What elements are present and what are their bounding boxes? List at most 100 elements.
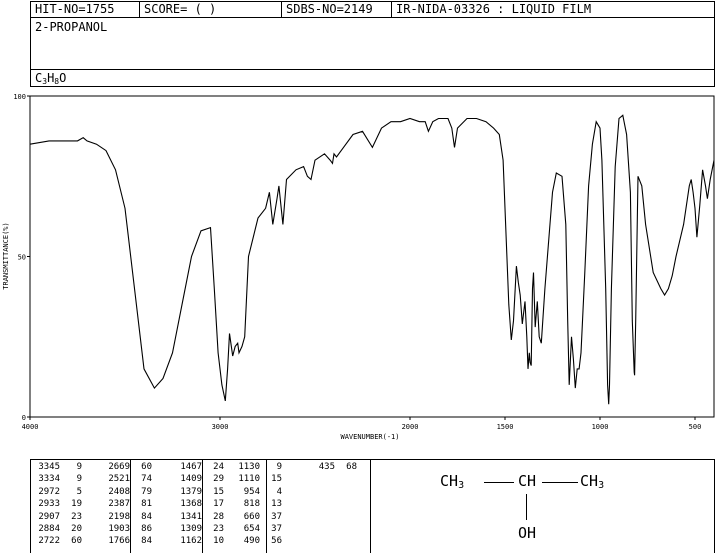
peak-transmittance: 79 xyxy=(141,486,152,497)
peak-transmittance: 60 xyxy=(71,536,82,547)
peak-row: 1341 28 xyxy=(172,511,224,523)
peak-row: 2907 23 xyxy=(30,511,82,523)
peak-transmittance: 84 xyxy=(141,536,152,547)
peak-wavenumber: 2972 xyxy=(38,486,60,497)
peak-wavenumber: 2669 xyxy=(108,462,130,472)
x-tick-label-2000: 2000 xyxy=(402,423,419,431)
peak-row: 2387 81 xyxy=(100,498,152,510)
peak-transmittance: 81 xyxy=(141,499,152,510)
peak-wavenumber: 1379 xyxy=(180,486,202,497)
plot-frame xyxy=(29,95,715,418)
structure-ch3-left-sub: 3 xyxy=(458,480,465,491)
peak-row: 1409 29 xyxy=(172,473,224,485)
peak-column: 3345 9 3334 9 2972 5 2933 19 2907 23 2884 20 2722 60 xyxy=(30,461,82,548)
peak-column: 1467 24 1409 29 1379 15 1368 17 1341 28 1309 23 1162… xyxy=(172,461,224,548)
peak-column-separator xyxy=(266,459,267,553)
peak-row: 2722 60 xyxy=(30,535,82,547)
peak-wavenumber: 1766 xyxy=(108,536,130,547)
y-tick-label-50: 50 xyxy=(18,254,26,262)
peak-wavenumber: 1130 xyxy=(238,462,260,472)
peak-wavenumber: 1309 xyxy=(180,523,202,534)
peak-transmittance: 13 xyxy=(271,499,282,510)
ir-spectrum-chart: 0 50 100 4000 3000 2000 1500 1000 500 WAVENUMBE… xyxy=(2,93,715,441)
peak-wavenumber: 1341 xyxy=(180,511,202,522)
peak-row: 2669 60 xyxy=(100,461,152,473)
peak-wavenumber: 1368 xyxy=(180,499,202,510)
peak-row: 954 4 xyxy=(230,486,282,498)
peak-wavenumber: 435 xyxy=(318,462,335,472)
peak-row: 1766 84 xyxy=(100,535,152,547)
peak-transmittance: 86 xyxy=(141,523,152,534)
peak-transmittance: 68 xyxy=(346,462,357,472)
peak-wavenumber: 660 xyxy=(243,511,260,522)
x-axis-label: WAVENUMBER(-1) xyxy=(340,433,399,441)
peak-wavenumber: 954 xyxy=(243,486,260,497)
peak-transmittance: 19 xyxy=(71,499,82,510)
peak-row: 2884 20 xyxy=(30,523,82,535)
structure-ch: CH xyxy=(518,472,537,490)
peak-row: 490 56 xyxy=(230,535,282,547)
peak-wavenumber: 2933 xyxy=(38,499,60,510)
peak-wavenumber: 2521 xyxy=(108,474,130,485)
peak-row: 1467 24 xyxy=(172,461,224,473)
peak-wavenumber: 2198 xyxy=(108,511,130,522)
peak-row: 1379 15 xyxy=(172,486,224,498)
peak-wavenumber: 1467 xyxy=(180,462,202,472)
bond-left xyxy=(484,482,514,483)
structure-ch3-right: CH xyxy=(580,472,599,490)
y-axis-label: TRANSMITTANCE(%) xyxy=(2,222,10,289)
peak-transmittance: 10 xyxy=(213,536,224,547)
structure-diagram: CH3 CH CH3 OH xyxy=(440,472,700,548)
peak-row: 654 37 xyxy=(230,523,282,535)
peak-transmittance: 23 xyxy=(213,523,224,534)
peak-transmittance: 29 xyxy=(213,474,224,485)
peak-transmittance: 37 xyxy=(271,511,282,522)
peak-row: 435 68 xyxy=(305,461,357,473)
spectrum-line xyxy=(29,114,715,405)
peak-row: 3334 9 xyxy=(30,473,82,485)
peak-transmittance: 84 xyxy=(141,511,152,522)
peak-transmittance: 74 xyxy=(141,474,152,485)
peak-transmittance: 37 xyxy=(271,523,282,534)
peak-row: 1368 17 xyxy=(172,498,224,510)
x-tick-label-3000: 3000 xyxy=(212,423,229,431)
peak-row: 1903 86 xyxy=(100,523,152,535)
peak-row: 1110 15 xyxy=(230,473,282,485)
x-tick-label-4000: 4000 xyxy=(22,423,39,431)
structure-ch3-left: CH xyxy=(440,472,459,490)
peak-column-separator xyxy=(130,459,131,553)
peak-row: 1162 10 xyxy=(172,535,224,547)
y-tick-label-0: 0 xyxy=(22,414,26,422)
peak-wavenumber: 1409 xyxy=(180,474,202,485)
peak-wavenumber: 3334 xyxy=(38,474,60,485)
peak-transmittance: 15 xyxy=(271,474,282,485)
peak-wavenumber: 1903 xyxy=(108,523,130,534)
x-tick-label-1500: 1500 xyxy=(497,423,514,431)
peak-column: 1130 9 1110 15 954 4 818 13 660 37 654 37 490 56 xyxy=(230,461,282,548)
peak-wavenumber: 2907 xyxy=(38,511,60,522)
peak-wavenumber: 490 xyxy=(243,536,260,547)
peak-wavenumber: 1110 xyxy=(238,474,260,485)
peak-transmittance: 5 xyxy=(76,486,82,497)
bond-down xyxy=(526,494,527,520)
peak-wavenumber: 2884 xyxy=(38,523,60,534)
peak-row: 2408 79 xyxy=(100,486,152,498)
peak-row: 660 37 xyxy=(230,511,282,523)
peak-transmittance: 9 xyxy=(76,474,82,485)
peak-wavenumber: 1162 xyxy=(180,536,202,547)
y-tick-label-100: 100 xyxy=(13,93,26,101)
peak-transmittance: 24 xyxy=(213,462,224,472)
peak-transmittance: 60 xyxy=(141,462,152,472)
peak-transmittance: 15 xyxy=(213,486,224,497)
peak-row: 2933 19 xyxy=(30,498,82,510)
peak-wavenumber: 2387 xyxy=(108,499,130,510)
peak-wavenumber: 3345 xyxy=(38,462,60,472)
peak-row: 818 13 xyxy=(230,498,282,510)
structure-ch3-right-sub: 3 xyxy=(598,480,605,491)
peak-row: 2198 84 xyxy=(100,511,152,523)
peak-column: 435 68 xyxy=(305,461,357,473)
peak-wavenumber: 818 xyxy=(243,499,260,510)
structure-oh: OH xyxy=(518,524,537,542)
peak-transmittance: 17 xyxy=(213,499,224,510)
peak-row: 2521 74 xyxy=(100,473,152,485)
